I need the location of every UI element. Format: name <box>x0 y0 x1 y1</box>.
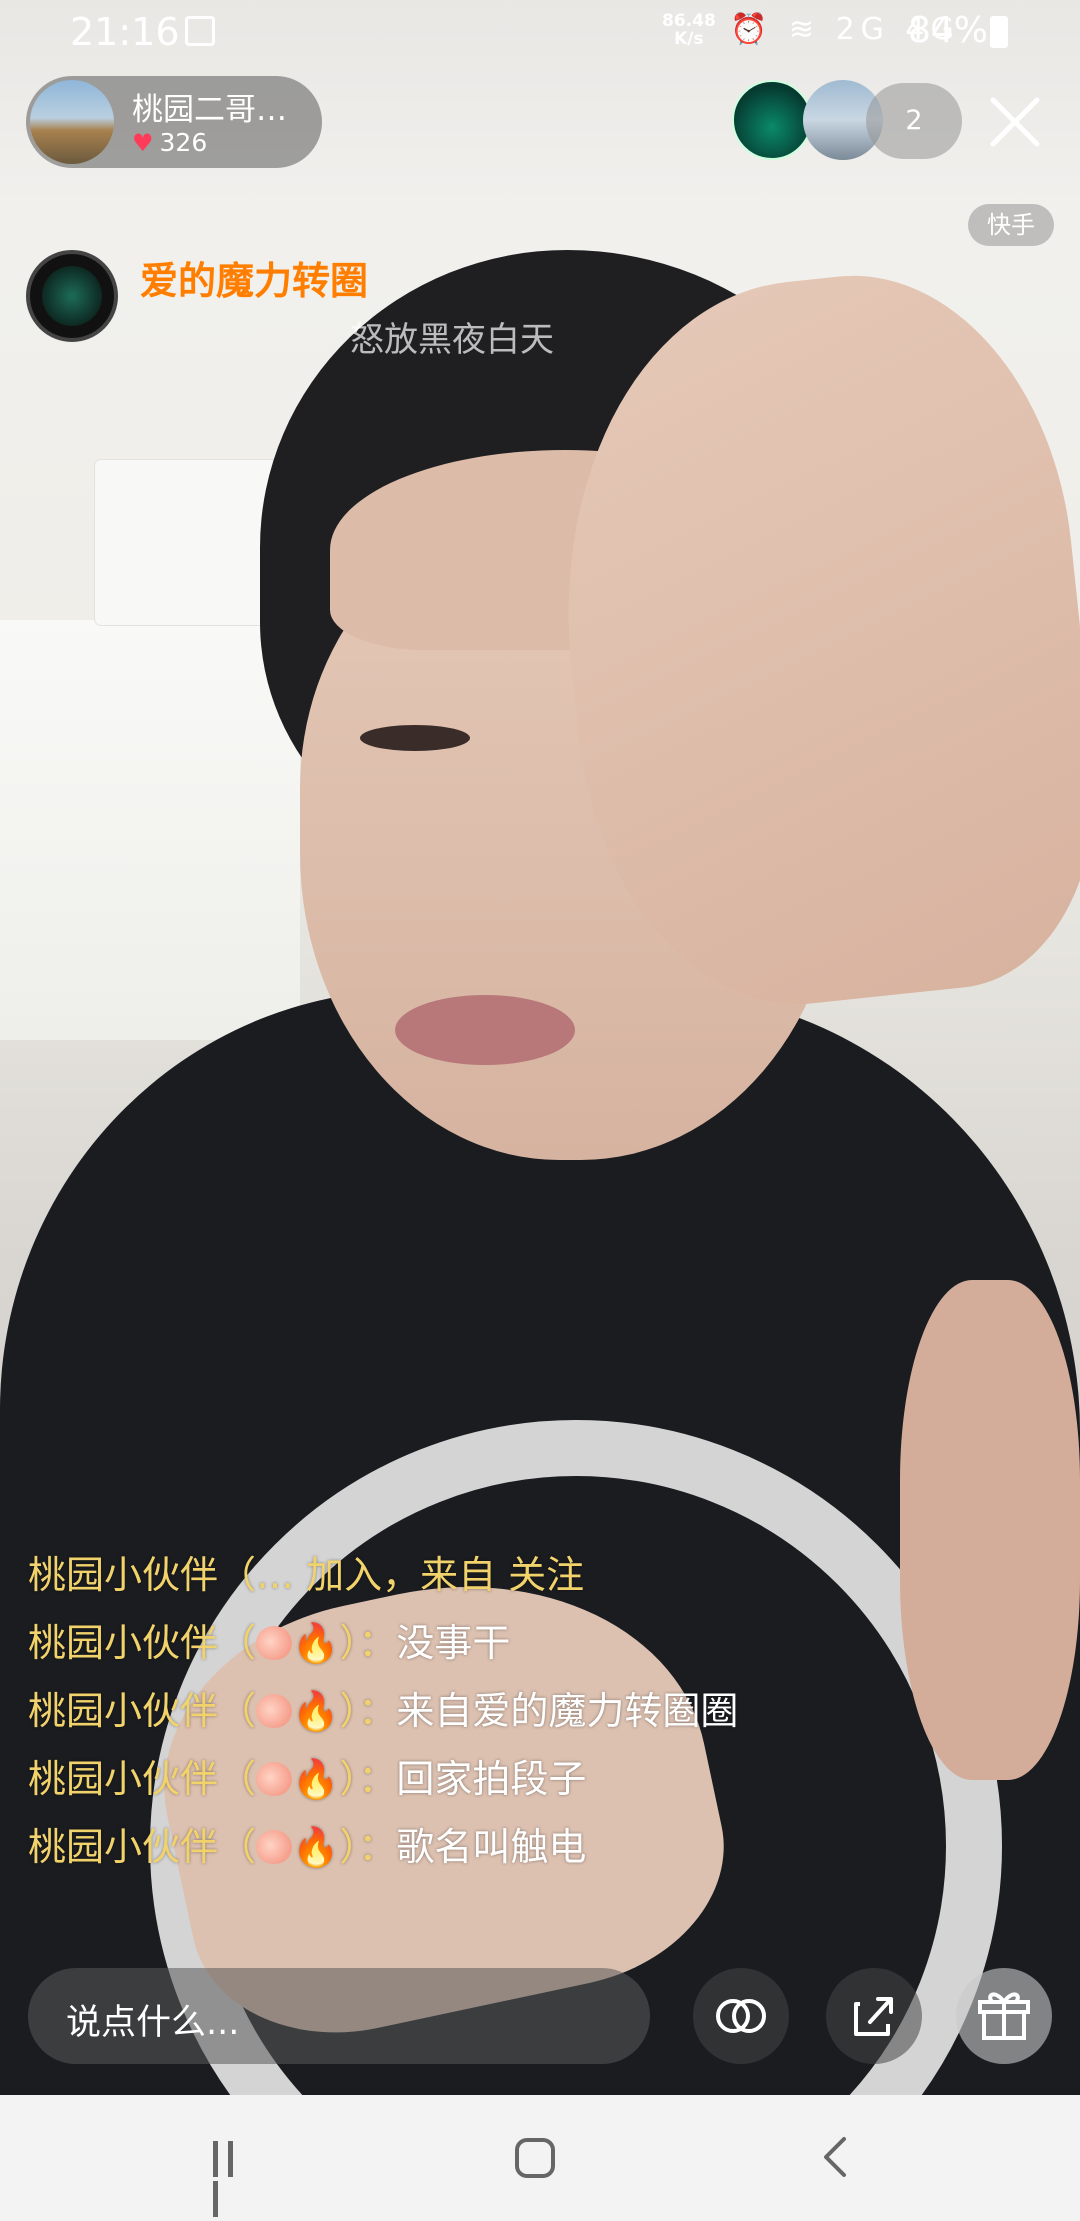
host-name: 桃园二哥… <box>132 92 287 128</box>
network-speed: 86.48 K/s <box>662 12 716 48</box>
host-info[interactable]: 桃园二哥… ♥ 326 <box>26 76 322 168</box>
song-avatar[interactable] <box>26 250 118 342</box>
peach-icon <box>256 1830 293 1864</box>
comment-user[interactable]: 桃园小伙伴（… <box>28 1553 306 1597</box>
share-button[interactable] <box>826 1968 922 2064</box>
comment-text: 没事干 <box>396 1621 511 1665</box>
video-arm-right <box>900 1280 1080 1780</box>
home-button[interactable] <box>515 2138 555 2178</box>
song-lyric: 怒放黑夜白天 <box>350 320 554 360</box>
comment-separator: ： <box>358 1621 397 1665</box>
fire-icon: 🔥 <box>292 1825 340 1869</box>
battery-icon <box>990 16 1008 48</box>
close-icon <box>990 97 1040 147</box>
peach-icon <box>256 1626 293 1660</box>
comment-separator: ： <box>358 1689 397 1733</box>
host-avatar[interactable] <box>30 80 114 164</box>
comment-list: 桃园小伙伴（… 加入，来自 关注 桃园小伙伴（ 🔥）：没事干 桃园小伙伴（ 🔥）：来… <box>28 1552 868 1892</box>
comment-row[interactable]: 桃园小伙伴（ 🔥）：歌名叫触电 <box>28 1824 868 1871</box>
video-background-object <box>95 460 285 625</box>
viewer-avatar[interactable] <box>732 80 812 160</box>
comment-user[interactable]: 桃园小伙伴（ <box>28 1689 256 1733</box>
gift-button[interactable] <box>956 1968 1052 2064</box>
status-bar: 21:16 86.48 K/s ⏰ ≋ 2G 4G 84% <box>0 0 1080 62</box>
heart-icon: ♥ <box>132 129 154 157</box>
video-lips <box>395 995 575 1065</box>
comment-text: 来自爱的魔力转圈圈 <box>396 1689 739 1733</box>
comment-badge-close: ） <box>339 1689 359 1733</box>
comment-row[interactable]: 桃园小伙伴（ 🔥）：回家拍段子 <box>28 1756 868 1803</box>
comment-separator: ： <box>358 1757 397 1801</box>
network-speed-value: 86.48 <box>662 11 716 31</box>
gift-icon <box>978 1992 1030 2040</box>
song-title[interactable]: 爱的魔力转圈 <box>140 250 368 305</box>
battery-percent: 84% <box>908 10 989 51</box>
comment-user[interactable]: 桃园小伙伴（ <box>28 1825 256 1869</box>
peach-icon <box>256 1762 293 1796</box>
comment-text: 回家拍段子 <box>396 1757 587 1801</box>
comment-row[interactable]: 桃园小伙伴（ 🔥）：来自爱的魔力转圈圈 <box>28 1688 868 1735</box>
recent-apps-button[interactable] <box>213 2141 257 2217</box>
link-mic-icon <box>716 1999 766 2033</box>
host-likes: ♥ 326 <box>132 128 207 157</box>
fire-icon: 🔥 <box>292 1757 340 1801</box>
fire-icon: 🔥 <box>292 1621 340 1665</box>
system-nav-bar <box>0 2095 1080 2221</box>
comment-row[interactable]: 桃园小伙伴（ 🔥）：没事干 <box>28 1620 868 1667</box>
host-likes-count: 326 <box>159 128 208 157</box>
comment-user[interactable]: 桃园小伙伴（ <box>28 1621 256 1665</box>
close-button[interactable] <box>985 92 1045 152</box>
viewer-count[interactable]: 2 <box>866 83 962 159</box>
comment-badge-close: ） <box>339 1621 359 1665</box>
back-button[interactable] <box>820 2135 850 2184</box>
comment-badge-close: ） <box>339 1757 359 1801</box>
peach-icon <box>256 1694 293 1728</box>
link-mic-button[interactable] <box>693 1968 789 2064</box>
network-speed-unit: K/s <box>674 29 704 49</box>
platform-badge: 快手 <box>968 204 1054 246</box>
comment-input[interactable]: 说点什么... <box>28 1968 650 2064</box>
video-eye <box>360 725 470 751</box>
comment-input-placeholder: 说点什么... <box>66 2003 240 2043</box>
song-avatar-art <box>42 266 102 326</box>
screenshot-icon <box>185 16 215 46</box>
share-icon <box>854 1997 893 2036</box>
status-time: 21:16 <box>70 10 180 54</box>
comment-row[interactable]: 桃园小伙伴（… 加入，来自 关注 <box>28 1552 868 1599</box>
back-icon <box>824 2137 846 2177</box>
comment-text: 歌名叫触电 <box>396 1825 587 1869</box>
video-background <box>0 620 300 1040</box>
comment-badge-close: ） <box>339 1825 359 1869</box>
comment-separator: ： <box>358 1825 397 1869</box>
comment-user[interactable]: 桃园小伙伴（ <box>28 1757 256 1801</box>
fire-icon: 🔥 <box>292 1689 340 1733</box>
comment-text: 加入，来自 关注 <box>306 1553 585 1597</box>
